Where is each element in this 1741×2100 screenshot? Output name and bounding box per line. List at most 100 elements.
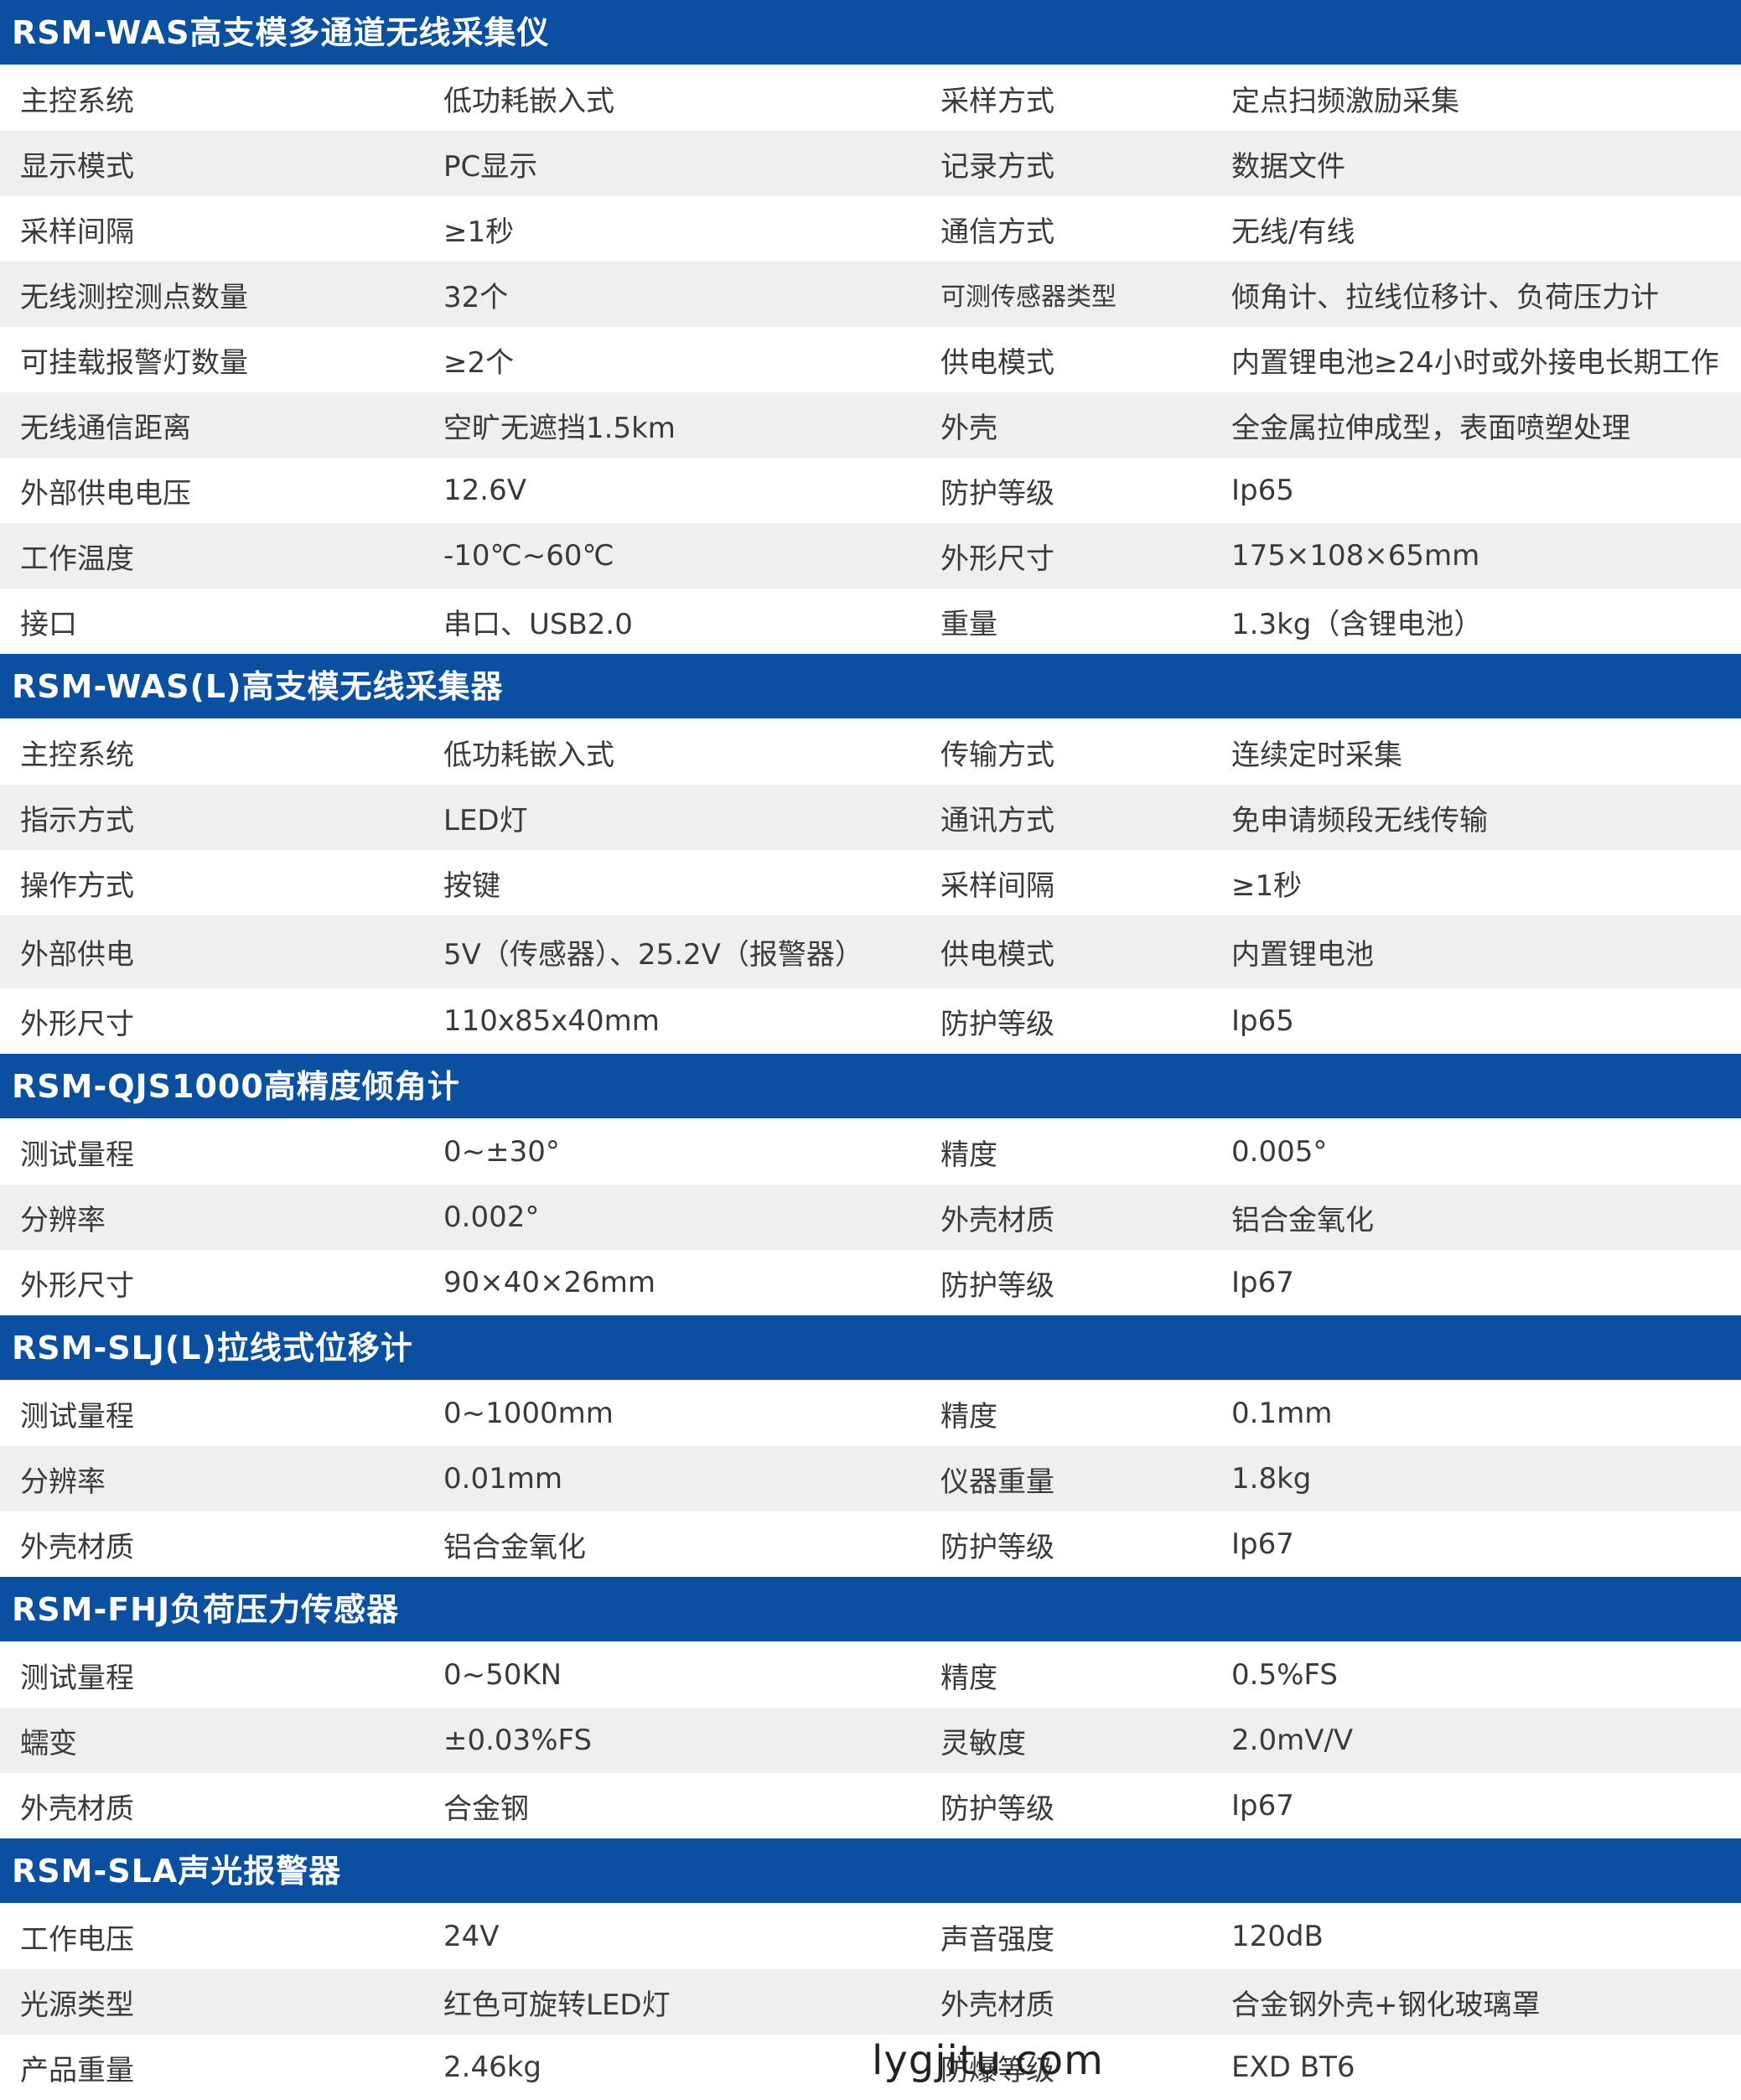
- param-value: ≥1秒: [1231, 869, 1303, 903]
- spec-section: RSM-SLJ(L)拉线式位移计 测试量程 0~1000mm 精度 0.1mm 分辨率 0.…: [0, 1315, 1741, 1577]
- spec-row: 分辨率 0.002° 外壳材质 铝合金氧化: [0, 1185, 1741, 1250]
- param-value: 数据文件: [1231, 149, 1345, 184]
- param-value: 0.5%FS: [1231, 1658, 1338, 1692]
- param-value: LED灯: [443, 803, 528, 837]
- spec-section: RSM-SLA声光报警器 工作电压 24V 声音强度 120dB 光源类型 红色可旋转LED…: [0, 1838, 1741, 2100]
- param-value: -10℃~60℃: [443, 539, 614, 573]
- section-title: RSM-WAS(L)高支模无线采集器: [0, 654, 1741, 719]
- param-label: 可挂载报警灯数量: [20, 345, 248, 380]
- spec-row: 外形尺寸 110x85x40mm 防护等级 Ip65: [0, 988, 1741, 1054]
- param-value: 合金钢外壳+钢化玻璃罩: [1231, 1988, 1541, 2022]
- spec-row: 外部供电 5V（传感器）、25.2V（报警器） 供电模式 内置锂电池: [0, 915, 1741, 988]
- spec-row: 采样间隔 ≥1秒 通信方式 无线/有线: [0, 196, 1741, 262]
- param-value: 12.6V: [443, 474, 526, 507]
- param-value: 无线/有线: [1231, 215, 1355, 249]
- param-label: 显示模式: [20, 149, 134, 184]
- param-value: 按键: [443, 869, 500, 903]
- spec-section: RSM-WAS(L)高支模无线采集器 主控系统 低功耗嵌入式 传输方式 连续定时采集 指示…: [0, 654, 1741, 1054]
- param-label: 防护等级: [940, 1530, 1054, 1564]
- param-label: 外形尺寸: [20, 1268, 134, 1303]
- param-value: 110x85x40mm: [443, 1004, 660, 1038]
- param-label: 外壳: [940, 411, 997, 445]
- param-label: 工作电压: [20, 1922, 134, 1957]
- param-value: 倾角计、拉线位移计、负荷压力计: [1231, 280, 1659, 314]
- param-label: 操作方式: [20, 869, 134, 903]
- param-value: 32个: [443, 280, 509, 314]
- spec-row: 无线通信距离 空旷无遮挡1.5km 外壳 全金属拉伸成型，表面喷塑处理: [0, 392, 1741, 458]
- param-value: 合金钢: [443, 1791, 529, 1826]
- param-value: 连续定时采集: [1231, 738, 1402, 772]
- param-label: 外形尺寸: [940, 542, 1054, 576]
- spec-row: 接口 串口、USB2.0 重量 1.3kg（含锂电池）: [0, 589, 1741, 654]
- spec-row: 产品重量 2.46kg 防爆等级 EXD BT6: [0, 2035, 1741, 2100]
- spec-row: 主控系统 低功耗嵌入式 采样方式 定点扫频激励采集: [0, 65, 1741, 131]
- spec-section: RSM-WAS高支模多通道无线采集仪 主控系统 低功耗嵌入式 采样方式 定点扫频激励采集…: [0, 0, 1741, 654]
- param-label: 分辨率: [20, 1203, 106, 1237]
- spec-row: 操作方式 按键 采样间隔 ≥1秒: [0, 850, 1741, 915]
- param-value: 定点扫频激励采集: [1231, 84, 1459, 118]
- param-value: 铝合金氧化: [1231, 1203, 1374, 1237]
- param-label: 灵敏度: [940, 1726, 1026, 1760]
- param-label: 工作温度: [20, 542, 134, 576]
- spec-sheet: RSM-WAS高支模多通道无线采集仪 主控系统 低功耗嵌入式 采样方式 定点扫频激励采集…: [0, 0, 1741, 2100]
- param-value: Ip67: [1231, 1266, 1294, 1299]
- param-label: 防护等级: [940, 1268, 1054, 1303]
- spec-row: 显示模式 PC显示 记录方式 数据文件: [0, 131, 1741, 196]
- param-value: 0.005°: [1231, 1135, 1328, 1169]
- param-label: 精度: [940, 1138, 997, 1172]
- param-value: 0~±30°: [443, 1135, 560, 1169]
- spec-row: 外壳材质 合金钢 防护等级 Ip67: [0, 1773, 1741, 1838]
- spec-row: 蠕变 ±0.03%FS 灵敏度 2.0mV/V: [0, 1708, 1741, 1773]
- param-label: 指示方式: [20, 803, 134, 837]
- param-label: 外壳材质: [20, 1530, 134, 1564]
- param-value: 铝合金氧化: [443, 1530, 586, 1564]
- param-label: 接口: [20, 607, 77, 641]
- param-label: 传输方式: [940, 738, 1054, 772]
- spec-row: 外形尺寸 90×40×26mm 防护等级 Ip67: [0, 1250, 1741, 1315]
- spec-row: 测试量程 0~50KN 精度 0.5%FS: [0, 1642, 1741, 1708]
- param-label: 防护等级: [940, 1007, 1054, 1041]
- param-label: 主控系统: [20, 84, 134, 118]
- param-label: 可测传感器类型: [940, 283, 1117, 312]
- spec-row: 指示方式 LED灯 通讯方式 免申请频段无线传输: [0, 785, 1741, 850]
- param-label: 产品重量: [20, 2053, 134, 2087]
- spec-row: 可挂载报警灯数量 ≥2个 供电模式 内置锂电池≥24小时或外接电长期工作: [0, 327, 1741, 392]
- param-label: 精度: [940, 1661, 997, 1695]
- param-value: ≥1秒: [443, 215, 515, 249]
- param-value: Ip65: [1231, 1004, 1294, 1038]
- param-value: ≥2个: [443, 345, 515, 380]
- param-label: 无线通信距离: [20, 411, 191, 445]
- param-label: 供电模式: [940, 938, 1054, 972]
- param-value: 低功耗嵌入式: [443, 738, 614, 772]
- param-label: 仪器重量: [940, 1465, 1054, 1499]
- param-value: EXD BT6: [1231, 2051, 1355, 2084]
- param-label: 通信方式: [940, 215, 1054, 249]
- param-value: 0.01mm: [443, 1462, 562, 1496]
- param-value: 2.46kg: [443, 2051, 541, 2084]
- param-label: 防护等级: [940, 476, 1054, 511]
- spec-row: 主控系统 低功耗嵌入式 传输方式 连续定时采集: [0, 719, 1741, 785]
- param-value: 175×108×65mm: [1231, 539, 1480, 573]
- param-label: 采样间隔: [20, 215, 134, 249]
- spec-row: 工作温度 -10℃~60℃ 外形尺寸 175×108×65mm: [0, 523, 1741, 589]
- param-value: 串口、USB2.0: [443, 607, 633, 641]
- param-value: Ip65: [1231, 474, 1294, 507]
- param-value: 0~50KN: [443, 1658, 562, 1692]
- spec-row: 光源类型 红色可旋转LED灯 外壳材质 合金钢外壳+钢化玻璃罩: [0, 1969, 1741, 2035]
- spec-row: 无线测控测点数量 32个 可测传感器类型 倾角计、拉线位移计、负荷压力计: [0, 262, 1741, 327]
- param-label: 分辨率: [20, 1465, 106, 1499]
- param-label: 外壳材质: [20, 1791, 134, 1826]
- param-value: 红色可旋转LED灯: [443, 1988, 671, 2022]
- spec-section: RSM-FHJ负荷压力传感器 测试量程 0~50KN 精度 0.5%FS 蠕变 ±0.03%…: [0, 1577, 1741, 1838]
- section-title: RSM-QJS1000高精度倾角计: [0, 1054, 1741, 1119]
- param-value: 0.1mm: [1231, 1397, 1333, 1430]
- param-label: 采样间隔: [940, 869, 1054, 903]
- param-value: 内置锂电池≥24小时或外接电长期工作: [1231, 345, 1719, 380]
- param-value: ±0.03%FS: [443, 1724, 593, 1757]
- param-label: 采样方式: [940, 84, 1054, 118]
- param-value: 全金属拉伸成型，表面喷塑处理: [1231, 411, 1630, 445]
- spec-row: 分辨率 0.01mm 仪器重量 1.8kg: [0, 1446, 1741, 1511]
- param-value: Ip67: [1231, 1527, 1294, 1561]
- param-value: 0~1000mm: [443, 1397, 614, 1430]
- param-value: PC显示: [443, 149, 538, 184]
